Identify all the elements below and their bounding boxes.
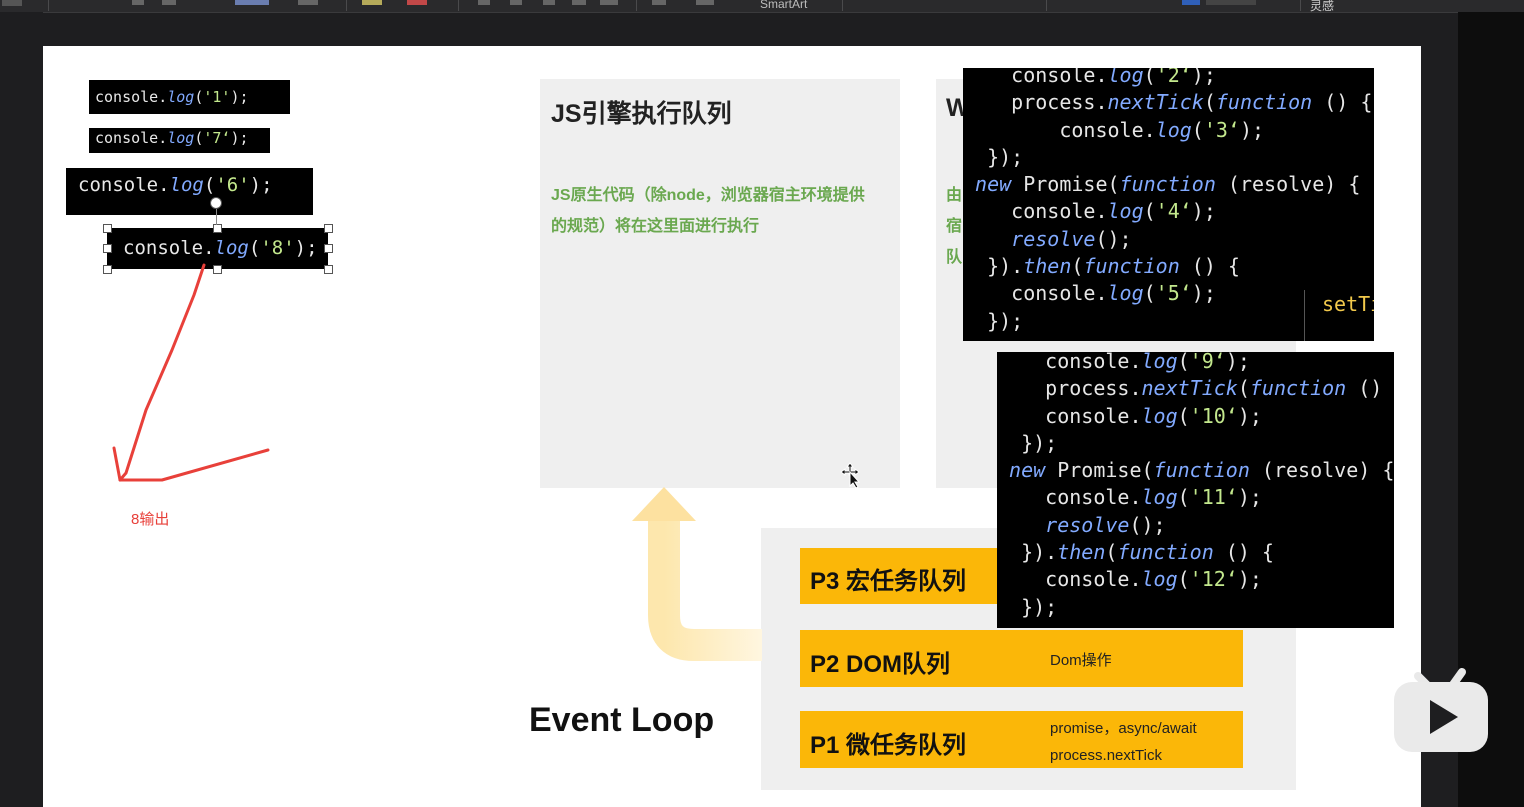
- loop-arrow-icon: [632, 487, 762, 661]
- code-token: );: [249, 174, 273, 196]
- code-snippet-6[interactable]: console.log('6');: [66, 168, 313, 215]
- resize-handle[interactable]: [324, 265, 333, 274]
- line-color-icon[interactable]: [407, 0, 427, 5]
- resize-handle[interactable]: [103, 244, 112, 253]
- fill-color-icon[interactable]: [362, 0, 382, 5]
- code-line: });: [997, 594, 1058, 619]
- convert-icon[interactable]: [1182, 0, 1200, 5]
- code-line: console.log('3‘);: [963, 117, 1265, 142]
- align-icon[interactable]: [600, 0, 618, 5]
- toolbar-divider: [346, 0, 347, 11]
- code-line: }).then(function () {: [963, 254, 1240, 279]
- code-line: console.log('9‘);: [997, 352, 1250, 373]
- code-token: console: [95, 129, 159, 147]
- spacing-icon[interactable]: [652, 0, 666, 5]
- direction-icon[interactable]: [696, 0, 714, 5]
- code-line: });: [997, 430, 1058, 455]
- code-token: );: [230, 129, 249, 147]
- toolbar-icon[interactable]: [162, 0, 176, 5]
- resize-handle[interactable]: [324, 244, 333, 253]
- code-line: new Promise(function (resolve) {: [975, 172, 1361, 197]
- code-line: process.nextTick(function () {: [997, 376, 1383, 401]
- code-divider: [1304, 290, 1305, 341]
- queue-note: Dom操作: [1050, 652, 1112, 669]
- code-line: });: [963, 144, 1024, 169]
- code-line: resolve();: [1011, 226, 1132, 251]
- toolbar-divider: [1046, 0, 1047, 11]
- code-line: process.nextTick(function () {: [963, 90, 1373, 115]
- code-line: console.log('5‘);: [963, 281, 1216, 306]
- panel-desc-line: JS原生代码（除node，浏览器宿主环境提供: [551, 187, 865, 204]
- video-player-mascot-icon[interactable]: [1392, 662, 1490, 754]
- annotation-text: 8输出: [131, 511, 170, 528]
- align-icon[interactable]: [543, 0, 555, 5]
- code-token: '1': [203, 88, 231, 106]
- code-token: log: [167, 88, 195, 106]
- code-side-text: setTi: [1322, 292, 1374, 316]
- align-icon[interactable]: [572, 0, 586, 5]
- toolbar-icon[interactable]: [132, 0, 144, 5]
- queue-label: P1 微任务队列: [810, 732, 967, 759]
- align-icon[interactable]: [478, 0, 490, 5]
- toolbar-divider: [48, 0, 49, 11]
- code-line: console.log('10‘);: [997, 403, 1262, 428]
- code-line: console.log('2‘);: [963, 68, 1216, 87]
- code-block-2[interactable]: console.log('9‘); process.nextTick(funct…: [997, 352, 1394, 628]
- toolbar-icon[interactable]: [235, 0, 269, 5]
- toolbar-divider: [636, 0, 637, 11]
- code-line: resolve();: [1045, 512, 1166, 537]
- code-line: console.log('4‘);: [963, 199, 1216, 224]
- queue-label: P2 DOM队列: [810, 651, 951, 678]
- queue-label: P3 宏任务队列: [810, 568, 967, 595]
- toolbar-divider: [1300, 0, 1301, 11]
- js-engine-panel[interactable]: [540, 79, 900, 488]
- resize-handle[interactable]: [103, 224, 112, 233]
- code-snippet-7[interactable]: console.log('7‘);: [89, 128, 270, 153]
- panel-desc-fragment: 由: [946, 187, 963, 204]
- code-line: console.log('11‘);: [997, 485, 1262, 510]
- rotate-connector: [216, 209, 217, 225]
- code-token: );: [294, 237, 318, 259]
- code-token: '7‘: [203, 129, 231, 147]
- code-line: }).then(function () {: [997, 540, 1274, 565]
- editor-margin: [0, 12, 43, 807]
- smartart-button[interactable]: SmartArt: [760, 0, 807, 11]
- toolbar-divider: [842, 0, 843, 11]
- toolbar-icon[interactable]: [298, 0, 318, 5]
- align-icon[interactable]: [510, 0, 522, 5]
- code-token: log: [169, 174, 204, 196]
- toolbar-icon[interactable]: [1206, 0, 1256, 5]
- panel-desc-fragment: 宿: [946, 218, 963, 235]
- panel-title: JS引擎执行队列: [551, 100, 732, 128]
- pen-annotation: [112, 263, 270, 482]
- code-line: console.log('12‘);: [997, 567, 1262, 592]
- inspiration-button[interactable]: 灵感: [1310, 0, 1334, 14]
- panel-desc-line: 的规范）将在这里面进行执行: [551, 218, 760, 235]
- event-loop-title: Event Loop: [529, 701, 715, 739]
- rotate-handle-icon[interactable]: [210, 197, 222, 209]
- code-token: );: [230, 88, 249, 106]
- code-token: log: [167, 129, 195, 147]
- code-line: new Promise(function (resolve) {: [1009, 458, 1394, 483]
- code-line: });: [963, 308, 1024, 333]
- queue-note: promise，async/await: [1050, 720, 1197, 737]
- code-block-1[interactable]: console.log('2‘); process.nextTick(funct…: [963, 68, 1374, 341]
- queue-note: process.nextTick: [1050, 747, 1162, 764]
- code-token: console: [78, 174, 159, 196]
- code-snippet-1[interactable]: console.log('1');: [89, 80, 290, 114]
- code-token: '6': [215, 174, 250, 196]
- dropdown-icon[interactable]: [2, 0, 22, 6]
- toolbar-divider: [458, 0, 459, 11]
- resize-handle[interactable]: [324, 224, 333, 233]
- panel-desc-fragment: 队: [946, 249, 963, 266]
- code-token: console: [95, 88, 159, 106]
- move-cursor-icon: [840, 462, 861, 488]
- resize-handle[interactable]: [213, 224, 222, 233]
